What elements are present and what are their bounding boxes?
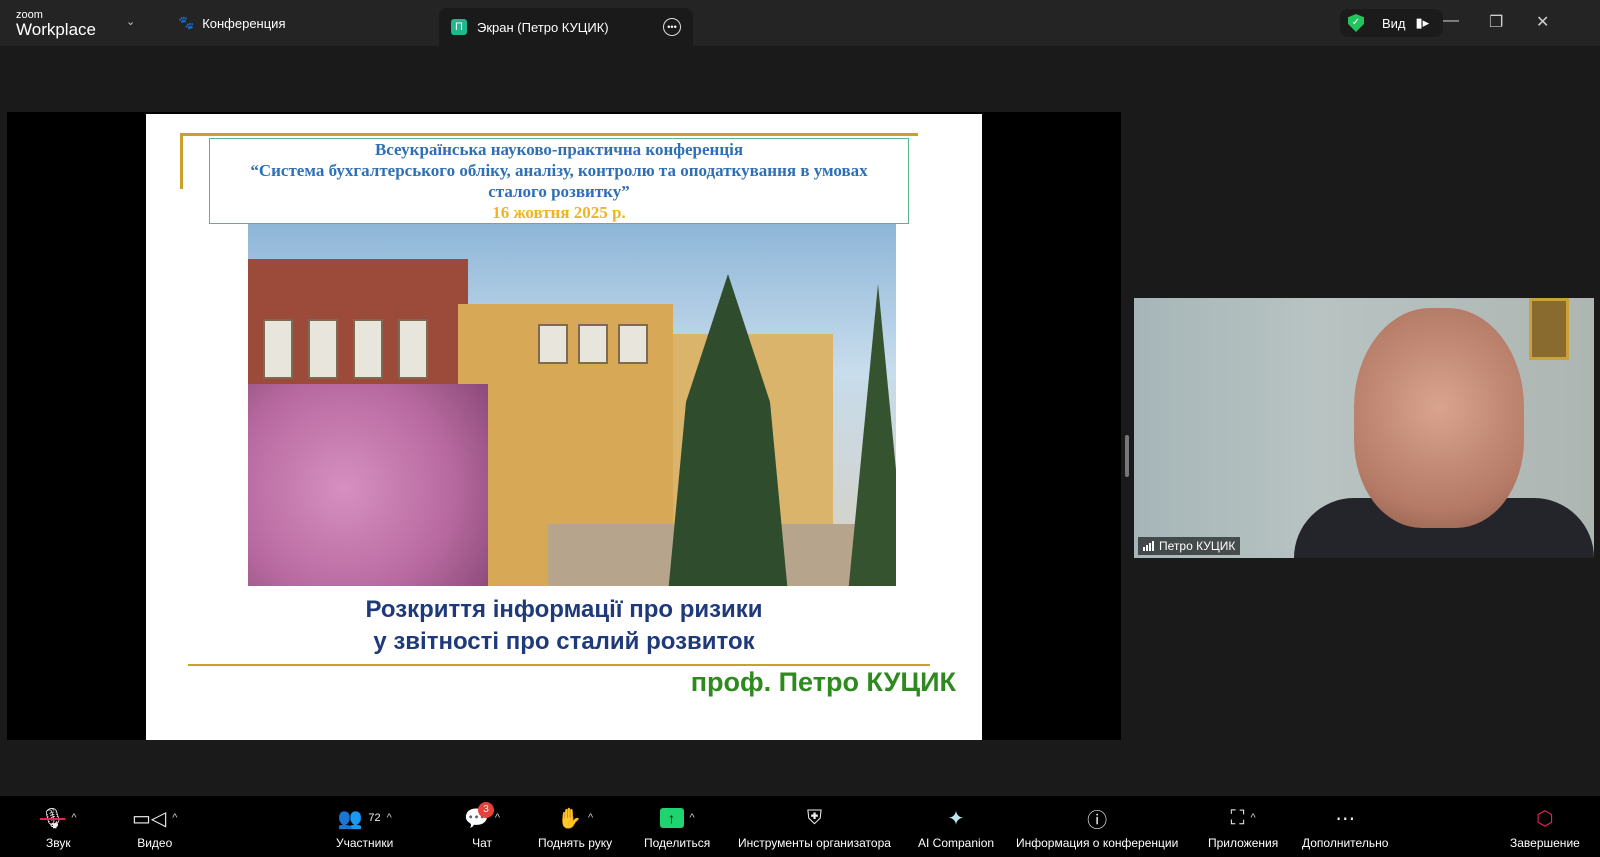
audio-button[interactable]: 🎙 ^ Звук (40, 806, 77, 851)
chat-badge: 3 (478, 802, 494, 818)
close-button[interactable]: ✕ (1536, 12, 1549, 32)
window (308, 319, 338, 379)
wall-icon-frame (1529, 298, 1569, 360)
screen-badge: П (451, 19, 467, 35)
hand-caret-icon[interactable]: ^ (588, 812, 593, 824)
share-button[interactable]: ↑ ^ Поделиться (644, 806, 710, 850)
conference-theme-cont: сталого розвитку” (488, 182, 630, 201)
window (263, 319, 293, 379)
tab-meeting[interactable]: 🐾 Конференция (178, 15, 285, 31)
host-tools-label: Инструменты организатора (738, 836, 891, 850)
title-bar: zoom Workplace ⌄ 🐾 Конференция П Экран (Пет… (0, 0, 1600, 46)
tab-screen-label: Экран (Петро КУЦИК) (477, 19, 609, 35)
conference-theme: “Система бухгалтерського обліку, аналізу… (250, 161, 868, 180)
logo-bottom: Workplace (16, 20, 96, 39)
video-caret-icon[interactable]: ^ (172, 812, 177, 824)
conference-header: Всеукраїнська науково-практична конферен… (209, 138, 909, 224)
chat-caret-icon[interactable]: ^ (495, 812, 500, 824)
apps-button[interactable]: ⛶ ^ Приложения (1208, 806, 1279, 851)
video-label: Видео (137, 836, 173, 850)
view-label: Вид (1382, 15, 1406, 31)
camera-icon: ▭◁ (132, 807, 167, 830)
more-icon[interactable]: ••• (663, 18, 681, 36)
apps-caret-icon[interactable]: ^ (1251, 812, 1256, 824)
university-photo (248, 224, 896, 586)
window (538, 324, 568, 364)
share-caret-icon[interactable]: ^ (690, 812, 695, 824)
person-face (1354, 308, 1524, 528)
video-name-tag: Петро КУЦИК (1138, 537, 1241, 555)
chevron-down-icon[interactable]: ⌄ (126, 15, 135, 28)
presentation-slide: Всеукраїнська науково-практична конферен… (146, 114, 982, 740)
minimize-button[interactable]: — (1443, 12, 1459, 30)
participants-label: Участники (336, 836, 394, 850)
window (398, 319, 428, 379)
slide-title: Розкриття інформації про ризики у звітнос… (146, 594, 982, 658)
share-arrow-icon: ↑ (659, 808, 684, 828)
gold-divider-left (180, 133, 183, 189)
raise-hand-label: Поднять руку (538, 836, 613, 850)
more-button[interactable]: ⋯ Дополнительно (1302, 806, 1389, 851)
panel-resize-handle[interactable] (1125, 435, 1129, 477)
end-label: Завершение (1510, 836, 1580, 850)
gold-divider-bottom (188, 664, 930, 666)
view-layout-icon: ▮▸ (1415, 15, 1430, 30)
host-tools-button[interactable]: ⛨ Инструменты организатора (738, 806, 891, 851)
paw-icon: 🐾 (178, 15, 195, 30)
window (353, 319, 383, 379)
apps-icon: ⛶ (1230, 806, 1245, 829)
slide-title-line1: Розкриття інформації про ризики (365, 596, 763, 623)
mic-muted-icon: 🎙 (40, 807, 66, 830)
participants-count: 72 (368, 812, 381, 824)
restore-button[interactable]: ❐ (1489, 12, 1503, 32)
participants-icon: 👥 (337, 807, 363, 830)
apps-label: Приложения (1208, 836, 1279, 850)
chat-button[interactable]: 💬 3 ^ Чат (464, 802, 500, 850)
end-x-icon: ⬡ (1536, 807, 1554, 830)
signal-icon (1143, 541, 1154, 551)
sparkle-icon: ✦ (947, 807, 965, 830)
slide-author: проф. Петро КУЦИК (690, 667, 956, 697)
meeting-info-button[interactable]: ⓘ Информация о конференции (1016, 806, 1179, 851)
tab-screen[interactable]: П Экран (Петро КУЦИК) ••• (439, 8, 693, 46)
meeting-toolbar: 🎙 ^ Звук ▭◁ ^ Видео 👥 72 ^ Участники 💬 3 ^ Чат ✋ ^ П… (0, 796, 1600, 857)
end-button[interactable]: ⬡ Завершение (1510, 806, 1580, 851)
participant-name: Петро КУЦИК (1159, 539, 1236, 553)
conference-date: 16 жовтня 2025 р. (492, 203, 626, 222)
window (578, 324, 608, 364)
audio-caret-icon[interactable]: ^ (71, 812, 76, 824)
conference-name: Всеукраїнська науково-практична конферен… (374, 140, 744, 159)
tab-meeting-label: Конференция (202, 15, 286, 31)
slide-title-line2: у звітності про сталий розвиток (373, 628, 755, 655)
gold-divider-top (180, 133, 918, 136)
window (618, 324, 648, 364)
video-button[interactable]: ▭◁ ^ Видео (132, 806, 177, 851)
more-dots-icon: ⋯ (1335, 807, 1356, 830)
view-button[interactable]: ✓ Вид ▮▸ (1340, 9, 1443, 37)
spruce-tree (668, 274, 788, 586)
participants-button[interactable]: 👥 72 ^ Участники (336, 806, 394, 851)
chat-label: Чат (472, 836, 492, 850)
share-label: Поделиться (644, 836, 711, 850)
shield-icon: ⛨ (806, 806, 822, 829)
spruce-tree-right (848, 284, 896, 586)
hand-icon: ✋ (557, 807, 582, 830)
ai-companion-label: AI Companion (918, 836, 995, 850)
participant-video[interactable]: Петро КУЦИК (1134, 298, 1594, 558)
info-icon: ⓘ (1087, 809, 1108, 832)
participants-caret-icon[interactable]: ^ (387, 812, 392, 824)
zoom-logo: zoom Workplace (16, 10, 96, 39)
audio-label: Звук (45, 836, 71, 850)
meeting-info-label: Информация о конференции (1016, 836, 1179, 850)
raise-hand-button[interactable]: ✋ ^ Поднять руку (538, 806, 613, 851)
sakura-tree (248, 384, 488, 586)
ai-companion-button[interactable]: ✦ AI Companion (918, 806, 995, 851)
security-shield-icon: ✓ (1348, 14, 1364, 32)
more-label: Дополнительно (1302, 836, 1389, 850)
